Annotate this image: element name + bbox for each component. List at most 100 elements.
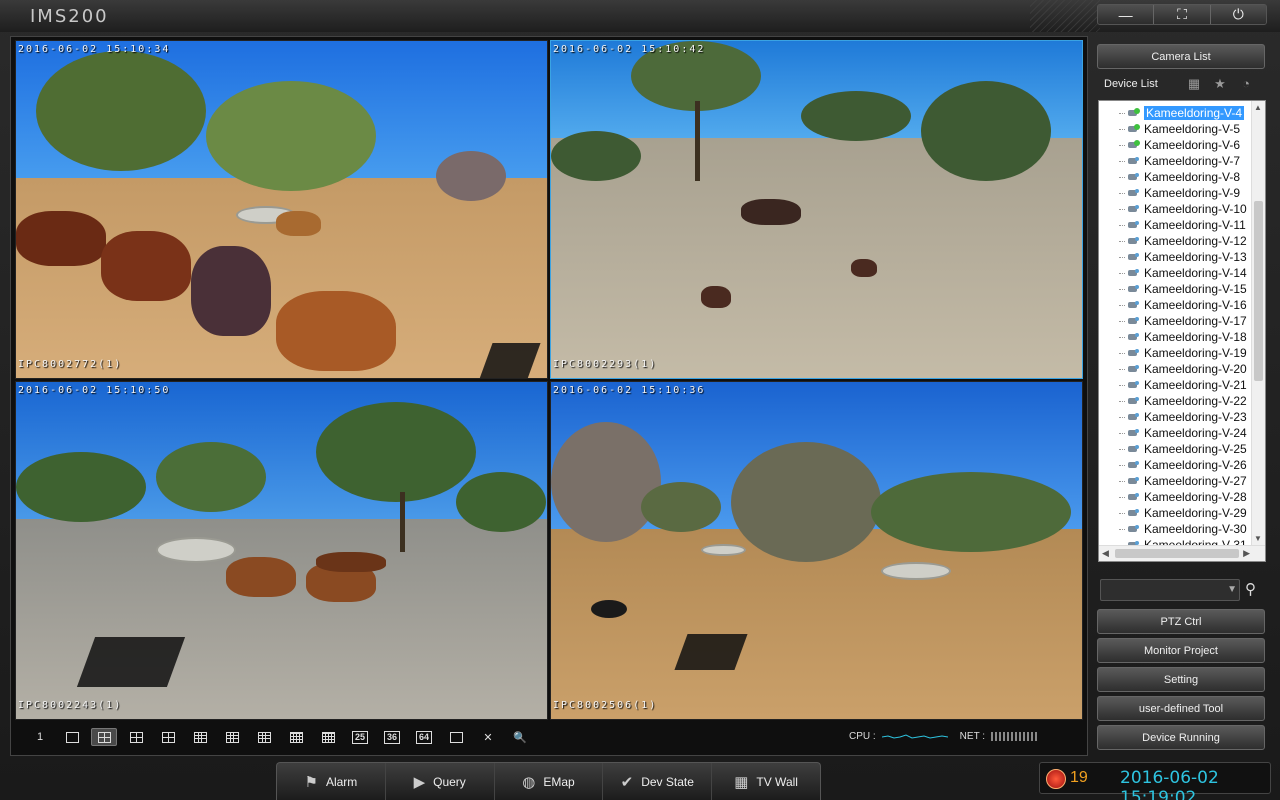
layout-4-button[interactable] [91, 728, 117, 746]
camera-tree-item[interactable]: Kameeldoring-V-30 [1099, 521, 1251, 537]
camera-tree-item[interactable]: Kameeldoring-V-19 [1099, 345, 1251, 361]
scroll-up-icon[interactable]: ▲ [1254, 103, 1262, 112]
layout-64-label: 64 [415, 730, 432, 744]
scroll-thumb[interactable] [1254, 201, 1263, 381]
close-all-button[interactable]: ✕ [475, 728, 501, 746]
zoom-button[interactable]: 🔍 [507, 728, 533, 746]
water-trough [156, 537, 236, 563]
fullscreen-video-button[interactable] [443, 728, 469, 746]
camera-tree-item[interactable]: Kameeldoring-V-14 [1099, 265, 1251, 281]
scroll-right-icon[interactable]: ▶ [1243, 548, 1250, 559]
pie-chart-icon[interactable]: ◔ [1238, 76, 1254, 92]
video-tile[interactable]: 2016-06-02 15:10:42 IPC8002293(1) [550, 40, 1083, 379]
layout-16-button[interactable] [283, 728, 309, 746]
camera-tree-item[interactable]: Kameeldoring-V-17 [1099, 313, 1251, 329]
device-search-combo[interactable]: ▼ [1100, 579, 1240, 601]
layout-1-button[interactable]: 1 [27, 728, 53, 746]
camera-tree-item[interactable]: Kameeldoring-V-26 [1099, 457, 1251, 473]
layout-6-button[interactable] [123, 728, 149, 746]
camera-tree-item[interactable]: Kameeldoring-V-27 [1099, 473, 1251, 489]
hscroll-thumb[interactable] [1115, 549, 1239, 558]
cow [191, 246, 271, 336]
camera-icon [1127, 380, 1141, 390]
fullscreen-button[interactable]: ⛶ [1154, 5, 1211, 24]
camera-tree-item[interactable]: Kameeldoring-V-7 [1099, 153, 1251, 169]
camera-icon [1127, 476, 1141, 486]
layout-toolbar: 1 25 36 64 ✕ 🔍 [27, 725, 547, 749]
camera-tree-item[interactable]: Kameeldoring-V-10 [1099, 201, 1251, 217]
camera-tree-item[interactable]: Kameeldoring-V-16 [1099, 297, 1251, 313]
user-defined-tool-button[interactable]: user-defined Tool [1097, 696, 1265, 721]
single-view-icon [65, 731, 79, 743]
camera-icon [1127, 332, 1141, 342]
camera-tree-item[interactable]: Kameeldoring-V-13 [1099, 249, 1251, 265]
camera-tree-item[interactable]: Kameeldoring-V-15 [1099, 281, 1251, 297]
camera-tree-item[interactable]: Kameeldoring-V-6 [1099, 137, 1251, 153]
tree [206, 81, 376, 191]
camera-tree-item[interactable]: Kameeldoring-V-25 [1099, 441, 1251, 457]
video-tile[interactable]: 2016-06-02 15:10:36 IPC8002506(1) [550, 381, 1083, 720]
layout-64-button[interactable]: 64 [411, 728, 437, 746]
monitor-project-button[interactable]: Monitor Project [1097, 638, 1265, 663]
nav-tv-wall[interactable]: ▦ TV Wall [712, 763, 820, 800]
camera-tree-item[interactable]: Kameeldoring-V-5 [1099, 121, 1251, 137]
camera-tree-item[interactable]: Kameeldoring-V-21 [1099, 377, 1251, 393]
camera-tree-item[interactable]: Kameeldoring-V-20 [1099, 361, 1251, 377]
favorite-star-icon[interactable]: ★ [1212, 76, 1228, 92]
video-tile[interactable]: 2016-06-02 15:10:34 IPC8002772(1) [15, 40, 548, 379]
layout-36-button[interactable]: 36 [379, 728, 405, 746]
camera-tree-item[interactable]: Kameeldoring-V-4 [1099, 105, 1251, 121]
camera-tree-item[interactable]: Kameeldoring-V-12 [1099, 233, 1251, 249]
camera-icon [1127, 284, 1141, 294]
layout-9-button[interactable] [187, 728, 213, 746]
camera-label: Kameeldoring-V-9 [1144, 186, 1241, 200]
ptz-ctrl-button[interactable]: PTZ Ctrl [1097, 609, 1265, 634]
nine-view-icon [193, 731, 207, 743]
camera-list-button[interactable]: Camera List [1097, 44, 1265, 69]
camera-label: Kameeldoring-V-19 [1144, 346, 1247, 360]
camera-label: Kameeldoring-V-22 [1144, 394, 1247, 408]
camera-tree-item[interactable]: Kameeldoring-V-18 [1099, 329, 1251, 345]
nav-alarm[interactable]: ⚑ Alarm [277, 763, 386, 800]
camera-label: Kameeldoring-V-27 [1144, 474, 1247, 488]
layout-8-button[interactable] [155, 728, 181, 746]
horizontal-scrollbar[interactable]: ◀ ▶ [1099, 545, 1265, 561]
tree-trunk [695, 101, 700, 181]
camera-icon [1127, 188, 1141, 198]
camera-icon [1127, 108, 1141, 118]
minimize-button[interactable]: — [1098, 5, 1155, 24]
chevron-down-icon[interactable]: ▼ [1227, 584, 1237, 595]
layout-25-button[interactable]: 25 [347, 728, 373, 746]
nav-query[interactable]: ▶ Query [386, 763, 495, 800]
camera-icon [1127, 524, 1141, 534]
nav-dev-state[interactable]: ✔ Dev State [603, 763, 713, 800]
video-tile[interactable]: 2016-06-02 15:10:50 IPC8002243(1) [15, 381, 548, 720]
tree [801, 91, 911, 141]
setting-button[interactable]: Setting [1097, 667, 1265, 692]
title-bar[interactable]: IMS200 — ⛶ ⏻ [0, 0, 1280, 32]
fullscreen-icon [449, 731, 463, 743]
camera-tree-item[interactable]: Kameeldoring-V-23 [1099, 409, 1251, 425]
camera-tree-item[interactable]: Kameeldoring-V-9 [1099, 185, 1251, 201]
camera-tree-item[interactable]: Kameeldoring-V-28 [1099, 489, 1251, 505]
camera-tree-item[interactable]: Kameeldoring-V-29 [1099, 505, 1251, 521]
camera-tree-item[interactable]: Kameeldoring-V-22 [1099, 393, 1251, 409]
camera-tree-item[interactable]: Kameeldoring-V-11 [1099, 217, 1251, 233]
search-icon[interactable]: ⚲ [1245, 580, 1263, 598]
layout-13-button[interactable] [251, 728, 277, 746]
power-button[interactable]: ⏻ [1210, 5, 1266, 24]
vertical-scrollbar[interactable]: ▲ ▼ [1251, 101, 1265, 545]
layout-single-button[interactable] [59, 728, 85, 746]
camera-tree-item[interactable]: Kameeldoring-V-8 [1099, 169, 1251, 185]
alarm-light-icon[interactable] [1046, 769, 1066, 789]
scroll-down-icon[interactable]: ▼ [1254, 534, 1262, 543]
nav-dev-state-label: Dev State [641, 774, 694, 789]
camera-tree-item[interactable]: Kameeldoring-V-24 [1099, 425, 1251, 441]
scroll-left-icon[interactable]: ◀ [1102, 548, 1109, 559]
video-camera-icon: ▶ [413, 773, 426, 791]
layout-20-button[interactable] [315, 728, 341, 746]
nav-emap[interactable]: ◍ EMap [495, 763, 604, 800]
layout-10-button[interactable] [219, 728, 245, 746]
device-running-button[interactable]: Device Running [1097, 725, 1265, 750]
grid-view-icon[interactable]: ▦ [1186, 76, 1202, 92]
